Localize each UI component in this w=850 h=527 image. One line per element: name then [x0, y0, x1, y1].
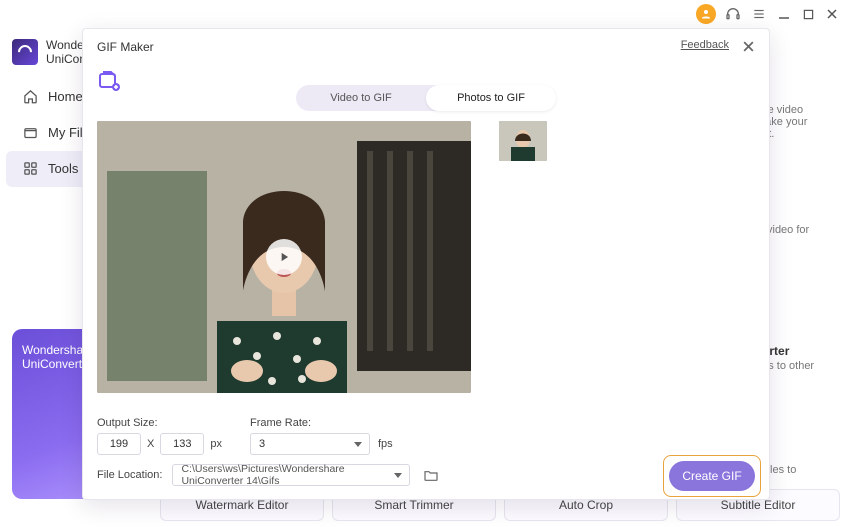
thumbnail[interactable]: [499, 121, 547, 161]
size-separator: X: [147, 438, 154, 450]
output-height-input[interactable]: [160, 433, 204, 455]
file-location-label: File Location:: [97, 469, 162, 481]
preview-panel[interactable]: [97, 121, 471, 393]
user-avatar-icon[interactable]: [696, 4, 716, 24]
home-icon: [22, 89, 38, 105]
window-titlebar: [696, 0, 850, 28]
window-close-button[interactable]: [824, 6, 840, 22]
file-location-select[interactable]: C:\Users\ws\Pictures\Wondershare UniConv…: [172, 464, 410, 486]
mode-tabs: Video to GIF Photos to GIF: [296, 85, 556, 111]
close-icon[interactable]: [739, 37, 757, 55]
menu-icon[interactable]: [750, 5, 768, 23]
create-gif-button[interactable]: Create GIF: [669, 461, 755, 491]
open-folder-icon[interactable]: [420, 464, 442, 486]
tools-icon: [22, 161, 38, 177]
modal-header: GIF Maker Feedback: [83, 29, 769, 65]
tab-video-to-gif[interactable]: Video to GIF: [296, 85, 426, 111]
sidebar-item-label: Tools: [48, 161, 78, 176]
window-maximize-button[interactable]: [800, 6, 816, 22]
window-minimize-button[interactable]: [776, 6, 792, 22]
frame-rate-label: Frame Rate:: [250, 417, 393, 429]
size-unit: px: [210, 438, 222, 450]
support-headset-icon[interactable]: [724, 5, 742, 23]
output-size-group: Output Size: X px: [97, 417, 222, 455]
output-width-input[interactable]: [97, 433, 141, 455]
files-icon: [22, 125, 38, 141]
thumbnail-list: [499, 121, 547, 413]
play-icon[interactable]: [266, 239, 302, 275]
tab-photos-to-gif[interactable]: Photos to GIF: [426, 85, 556, 111]
modal-content: [97, 121, 755, 413]
add-media-icon[interactable]: [97, 69, 121, 93]
frame-rate-select[interactable]: 3: [250, 433, 370, 455]
feedback-link[interactable]: Feedback: [681, 39, 729, 51]
file-location-row: File Location: C:\Users\ws\Pictures\Wond…: [97, 461, 755, 489]
frame-rate-group: Frame Rate: 3 fps: [250, 417, 393, 455]
modal-title: GIF Maker: [97, 40, 154, 54]
gif-maker-modal: GIF Maker Feedback Video to GIF Photos t…: [82, 28, 770, 500]
output-controls: Output Size: X px Frame Rate: 3 fps: [97, 415, 755, 455]
frame-rate-unit: fps: [378, 438, 393, 450]
brand-logo-icon: [12, 39, 38, 65]
output-size-label: Output Size:: [97, 417, 222, 429]
sidebar-item-label: Home: [48, 89, 83, 104]
